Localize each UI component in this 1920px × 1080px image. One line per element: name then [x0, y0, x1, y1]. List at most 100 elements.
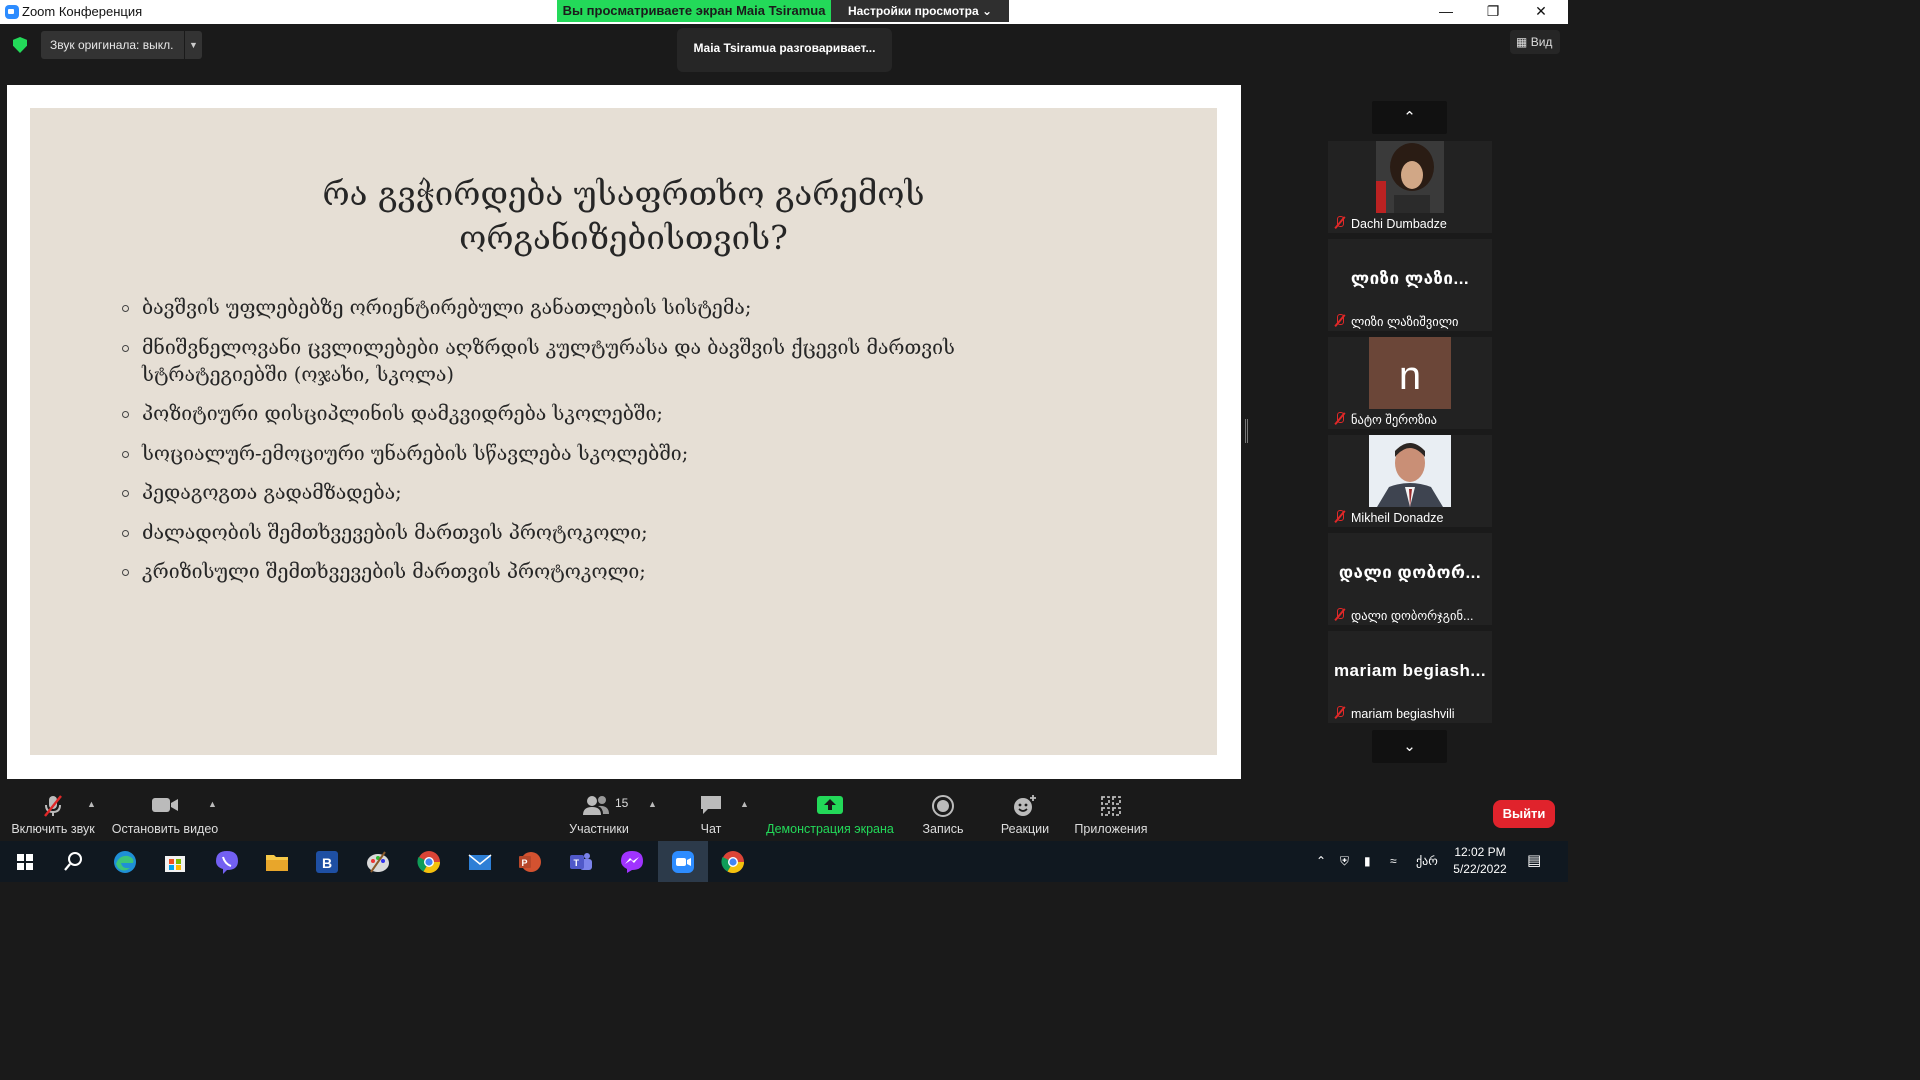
close-icon[interactable]: ✕	[1518, 0, 1564, 24]
chevron-down-icon[interactable]: ⌄	[1372, 730, 1447, 763]
reactions-smiley-icon	[1014, 795, 1036, 816]
svg-text:P: P	[522, 858, 528, 868]
participant-name: დალი დობორჯგინ...	[1351, 609, 1474, 623]
slide-bullet: მნიშვნელოვანი ცვლილებები აღზრდის კულტურა…	[122, 334, 1042, 388]
chrome-icon[interactable]	[718, 847, 748, 877]
mic-muted-icon	[1334, 608, 1346, 621]
participant-photo	[1376, 141, 1444, 213]
powerpoint-icon[interactable]: P	[515, 847, 545, 877]
chevron-up-icon[interactable]: ⌃	[1316, 854, 1326, 868]
restore-icon[interactable]: ❐	[1470, 0, 1516, 24]
share-screen-button[interactable]: Демонстрация экрана	[762, 785, 898, 840]
slide-title-line-2: ორგანიზებისთვის?	[459, 218, 788, 257]
minimize-icon[interactable]: —	[1423, 0, 1469, 24]
slide-bullet: სოციალურ-ემოციური უნარების სწავლება სკოლ…	[122, 440, 1042, 467]
participant-name-bar: ლიზი ლაზიშვილი	[1328, 311, 1492, 331]
chrome-icon[interactable]	[414, 847, 444, 877]
participant-tile[interactable]: Mikheil Donadze	[1328, 435, 1492, 527]
microsoft-store-icon[interactable]	[160, 847, 190, 877]
chat-button[interactable]: Чат	[690, 785, 732, 840]
file-explorer-icon[interactable]	[262, 847, 292, 877]
participant-display-name: დალი დობორ...	[1338, 563, 1482, 582]
apps-icon	[1101, 796, 1121, 816]
view-button[interactable]: ▦ Вид	[1510, 30, 1560, 54]
paint-icon[interactable]	[363, 847, 393, 877]
search-icon[interactable]	[58, 847, 88, 877]
defender-shield-icon[interactable]: ⛨	[1340, 854, 1349, 869]
active-speaker-label: Maia Tsiramua разговаривает...	[677, 28, 892, 72]
unmute-button[interactable]: Включить звук	[5, 785, 101, 840]
chevron-down-icon[interactable]: ▼	[185, 31, 202, 59]
record-icon	[932, 795, 954, 817]
participants-count: 15	[615, 796, 629, 810]
language-indicator[interactable]: ქარ	[1416, 854, 1438, 868]
apps-button[interactable]: Приложения	[1068, 785, 1154, 840]
messenger-icon[interactable]	[617, 847, 647, 877]
record-label: Запись	[922, 822, 964, 836]
share-screen-label: Демонстрация экрана	[766, 822, 894, 836]
participant-name: mariam begiashvili	[1351, 707, 1455, 721]
reactions-button[interactable]: Реакции	[996, 785, 1054, 840]
slide-bullet: პოზიტიური დისციპლინის დამკვიდრება სკოლებ…	[122, 400, 1042, 427]
windows-start-icon[interactable]	[10, 847, 40, 877]
participants-options-caret[interactable]: ▲	[648, 799, 657, 809]
view-settings-button[interactable]: Настройки просмотра ⌄	[831, 0, 1009, 22]
viber-icon[interactable]	[212, 847, 242, 877]
reactions-label: Реакции	[1000, 822, 1050, 836]
grid-icon: ▦	[1516, 35, 1528, 49]
participants-icon	[583, 796, 609, 815]
participant-name: Mikheil Donadze	[1351, 511, 1444, 525]
zoom-window: { "window": { "title": "Zoom Конференция…	[0, 0, 1568, 882]
svg-text:T: T	[574, 858, 580, 868]
record-button[interactable]: Запись	[915, 785, 971, 840]
wifi-icon[interactable]: ≈	[1390, 854, 1397, 868]
stop-video-button[interactable]: Остановить видео	[110, 785, 220, 840]
participant-photo-art	[1376, 141, 1444, 213]
mail-icon[interactable]	[465, 847, 495, 877]
leave-button[interactable]: Выйти	[1493, 800, 1555, 828]
participant-tile[interactable]: mariam begiash... mariam begiashvili	[1328, 631, 1492, 723]
participant-name: ნატო შეროზია	[1351, 413, 1438, 427]
taskbar-clock[interactable]: 12:02 PM 5/22/2022	[1450, 844, 1510, 878]
slide-bullet: ძალადობის შემთხვევების მართვის პროტოკოლი…	[122, 519, 1042, 546]
edge-icon[interactable]	[110, 847, 140, 877]
notifications-icon[interactable]: ▤	[1527, 851, 1541, 869]
title-bar: Zoom Конференция Вы просматриваете экран…	[0, 0, 1568, 24]
participant-tile[interactable]: დალი დობორ... დალი დობორჯგინ...	[1328, 533, 1492, 625]
audio-options-caret[interactable]: ▲	[87, 799, 96, 809]
chat-options-caret[interactable]: ▲	[740, 799, 749, 809]
windows-taskbar: B P T ⌃ ⛨ ▮ ≈ ქარ 12:02 PM 5/22/2022 ▤	[0, 841, 1568, 882]
video-options-caret[interactable]: ▲	[208, 799, 217, 809]
slide-bullet-list: ბავშვის უფლებებზე ორიენტირებული განათლებ…	[122, 294, 1042, 598]
share-screen-icon	[817, 796, 843, 814]
original-audio-button[interactable]: Звук оригинала: выкл.	[41, 31, 184, 59]
chevron-up-icon[interactable]: ⌃	[1372, 101, 1447, 134]
zoom-icon[interactable]	[668, 847, 698, 877]
clock-time: 12:02 PM	[1454, 845, 1506, 859]
slide-title-line-1: რა გვჭირდება უსაფრთხო გარემოს	[322, 174, 925, 213]
meeting-toolbar: Включить звук ▲ Остановить видео ▲ 15 Уч…	[0, 785, 1568, 840]
mic-muted-icon	[1334, 216, 1346, 229]
svg-text:B: B	[322, 855, 332, 871]
window-title: Zoom Конференция	[22, 4, 143, 19]
unmute-label: Включить звук	[11, 822, 95, 836]
participant-photo	[1369, 435, 1451, 507]
stop-video-label: Остановить видео	[111, 822, 219, 836]
battery-icon[interactable]: ▮	[1364, 854, 1371, 868]
apps-label: Приложения	[1074, 822, 1148, 836]
presentation-slide: რა გვჭირდება უსაფრთხო გარემოს ორგანიზები…	[30, 108, 1217, 755]
teams-icon[interactable]: T	[566, 847, 596, 877]
mic-muted-icon	[1334, 314, 1346, 327]
mic-muted-icon	[1334, 510, 1346, 523]
participants-button[interactable]: 15 Участники	[562, 785, 636, 840]
slide-bullet: პედაგოგთა გადამზადება;	[122, 479, 1042, 506]
participant-tile[interactable]: ლიზი ლაზი... ლიზი ლაზიშვილი	[1328, 239, 1492, 331]
participant-tile[interactable]: n ნატო შეროზია	[1328, 337, 1492, 429]
participants-label: Участники	[569, 822, 629, 836]
participant-tile[interactable]: Dachi Dumbadze	[1328, 141, 1492, 233]
chat-icon	[701, 796, 721, 814]
participant-name: Dachi Dumbadze	[1351, 217, 1447, 231]
b-app-icon[interactable]: B	[312, 847, 342, 877]
mic-muted-icon	[1334, 412, 1346, 425]
panel-resize-handle[interactable]	[1245, 419, 1248, 443]
